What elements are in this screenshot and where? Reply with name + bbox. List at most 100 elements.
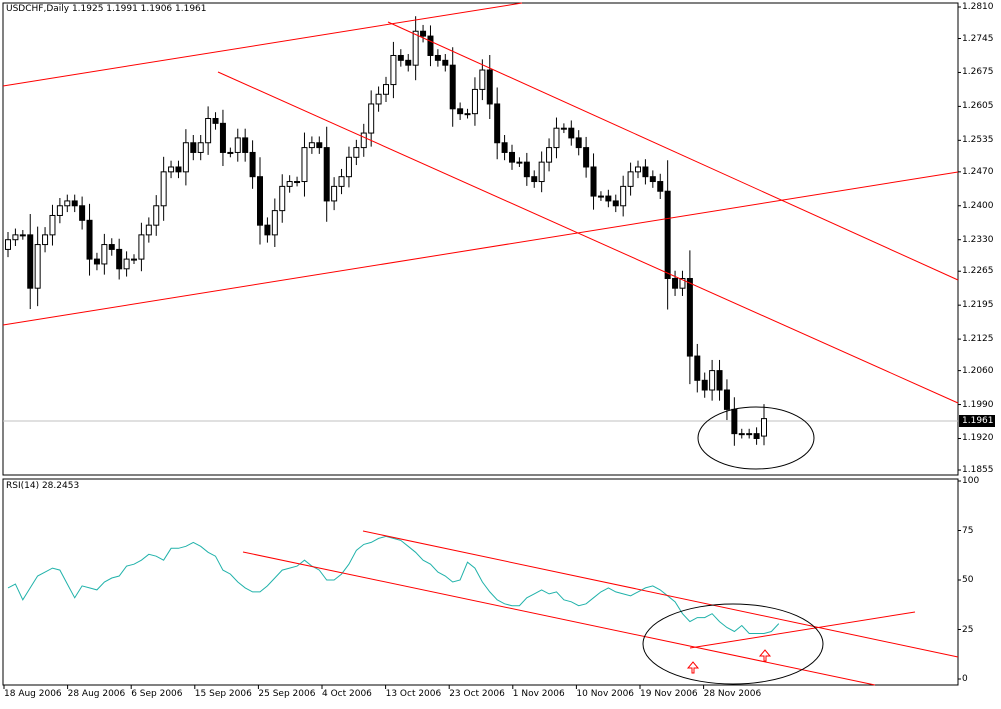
- bullish-candle: [746, 433, 753, 436]
- bullish-candle: [301, 147, 308, 183]
- bullish-candle: [560, 127, 567, 130]
- bearish-candle: [575, 137, 582, 149]
- bullish-candle: [383, 84, 389, 95]
- bearish-candle: [672, 277, 679, 289]
- bearish-candle: [686, 277, 693, 357]
- bullish-candle: [182, 142, 189, 173]
- time-axis-label: 25 Sep 2006: [258, 689, 316, 699]
- bearish-candle: [219, 122, 226, 153]
- price-axis-label: 1.2330: [962, 234, 994, 245]
- bullish-candle: [153, 205, 160, 226]
- bullish-candle: [338, 176, 345, 187]
- bearish-candle: [190, 142, 197, 153]
- bearish-candle: [427, 35, 434, 56]
- bullish-candle: [234, 137, 241, 153]
- bullish-candle: [64, 200, 71, 207]
- price-axis-label: 1.1990: [962, 399, 994, 410]
- bearish-candle: [257, 176, 263, 226]
- time-axis-label: 6 Sep 2006: [131, 689, 183, 699]
- price-axis-label: 1.1855: [962, 465, 994, 475]
- bearish-candle: [523, 161, 530, 178]
- bearish-candle: [723, 389, 730, 410]
- bearish-candle: [583, 147, 590, 168]
- bullish-candle: [390, 54, 397, 86]
- bearish-candle: [612, 200, 619, 207]
- rsi-lower-trendline: [242, 551, 876, 686]
- bearish-candle: [116, 248, 123, 270]
- bullish-candle: [709, 370, 716, 391]
- bearish-candle: [27, 234, 34, 289]
- bullish-candle: [197, 142, 204, 153]
- bearish-candle: [664, 190, 671, 279]
- bearish-candle: [590, 166, 597, 197]
- rsi-panel-frame: [2, 478, 959, 686]
- time-axis-label: 1 Nov 2006: [512, 689, 565, 699]
- bearish-candle: [264, 224, 271, 236]
- bullish-candle: [138, 234, 145, 260]
- price-axis-label: 1.2400: [962, 200, 994, 211]
- bearish-candle: [642, 166, 649, 178]
- price-axis-label: 1.1920: [962, 433, 994, 444]
- bullish-candle: [123, 258, 130, 270]
- bullish-candle: [360, 132, 367, 149]
- descending-channel-bottom-trendline: [217, 71, 959, 404]
- bearish-candle: [457, 108, 464, 115]
- bullish-candle: [19, 234, 26, 237]
- bullish-candle: [145, 224, 152, 236]
- price-axis-label: 1.2810: [962, 2, 994, 12]
- time-axis-label: 10 Nov 2006: [576, 689, 635, 699]
- bullish-candle: [620, 185, 627, 207]
- bearish-candle: [716, 370, 723, 391]
- time-axis-label: 13 Oct 2006: [385, 689, 442, 699]
- bearish-candle: [731, 408, 738, 435]
- bearish-candle: [175, 166, 182, 173]
- bearish-candle: [694, 355, 701, 381]
- chart-canvas: [2, 2, 995, 689]
- bullish-candle: [286, 181, 293, 187]
- time-axis-label: 18 Aug 2006: [4, 689, 62, 699]
- bearish-candle: [242, 137, 249, 153]
- rsi-axis-label: 0: [962, 674, 968, 684]
- bullish-candle: [345, 156, 352, 178]
- main-chart-header: USDCHF,Daily 1.1925 1.1991 1.1906 1.1961: [6, 4, 207, 14]
- price-axis-label: 1.2060: [962, 365, 994, 376]
- bullish-candle: [553, 127, 560, 149]
- bullish-candle: [538, 161, 545, 183]
- bearish-candle: [108, 244, 115, 250]
- time-axis-label: 19 Nov 2006: [640, 689, 698, 699]
- bearish-candle: [494, 103, 501, 144]
- bullish-candle: [56, 205, 63, 216]
- rsi-axis-label: 75: [962, 525, 974, 536]
- trendline-annotations: [2, 2, 959, 686]
- price-axis-label: 1.2470: [962, 166, 994, 177]
- bullish-candle: [294, 181, 301, 184]
- bullish-candle: [160, 171, 167, 207]
- bullish-candle: [738, 433, 745, 436]
- bullish-candle: [761, 418, 767, 437]
- bearish-candle: [605, 195, 612, 202]
- bullish-candle: [42, 234, 49, 246]
- bullish-candle: [479, 69, 486, 90]
- bullish-candle: [271, 210, 278, 236]
- rsi-upper-trendline: [362, 530, 959, 658]
- bullish-candle: [205, 118, 212, 144]
- bearish-candle: [701, 379, 708, 391]
- bullish-candle: [353, 147, 360, 158]
- bearish-candle: [531, 176, 538, 183]
- price-axis-label: 1.2195: [962, 300, 994, 311]
- bearish-candle: [509, 151, 515, 163]
- bullish-candle: [627, 171, 634, 187]
- bullish-candle: [412, 30, 419, 66]
- candlestick-series: [5, 16, 767, 446]
- bearish-candle: [486, 69, 493, 105]
- bullish-candle: [34, 244, 41, 289]
- rsi-header: RSI(14) 28.2453: [6, 481, 80, 491]
- price-axis-ticks: [3, 6, 961, 689]
- bullish-candle: [471, 88, 478, 115]
- bearish-candle: [568, 127, 575, 139]
- bullish-candle: [368, 103, 375, 134]
- bearish-candle: [323, 147, 330, 202]
- price-axis-label: 1.2125: [962, 334, 994, 345]
- up-arrow-icon: [758, 649, 772, 662]
- bullish-candle: [516, 161, 523, 164]
